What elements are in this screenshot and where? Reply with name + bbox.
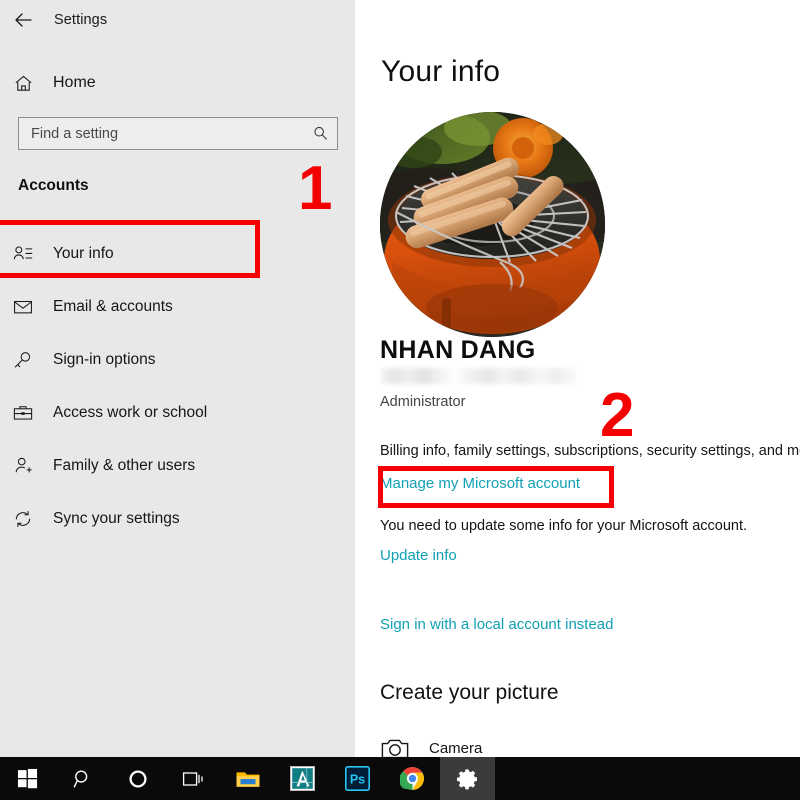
account-name: NHAN DANG <box>380 336 535 365</box>
manage-microsoft-account-link[interactable]: Manage my Microsoft account <box>380 475 580 492</box>
sidebar-item-your-info-label: Your info <box>53 245 114 263</box>
account-role: Administrator <box>380 394 465 410</box>
task-view-button[interactable] <box>165 757 220 800</box>
home-icon <box>0 73 46 94</box>
sign-in-local-account-link[interactable]: Sign in with a local account instead <box>380 616 613 633</box>
autocad-button[interactable] <box>275 757 330 800</box>
sidebar-section-heading: Accounts <box>18 177 89 195</box>
key-icon <box>0 349 46 371</box>
search-box[interactable] <box>18 117 338 150</box>
user-info-icon <box>0 243 46 265</box>
sidebar-item-email-accounts-label: Email & accounts <box>53 298 173 316</box>
update-info-note: You need to update some info for your Mi… <box>380 518 747 534</box>
window-titlebar: Settings <box>0 0 355 40</box>
search-button[interactable] <box>55 757 110 800</box>
sidebar-item-home-label: Home <box>53 74 96 92</box>
settings-window: Settings Home Accounts <box>0 0 800 800</box>
camera-option-row[interactable]: Camera <box>380 735 482 757</box>
settings-button[interactable] <box>440 757 495 800</box>
sidebar-item-signin-options-label: Sign-in options <box>53 351 156 369</box>
sync-icon <box>0 508 46 530</box>
search-icon[interactable] <box>303 118 337 149</box>
sidebar-item-access-work-school[interactable]: Access work or school <box>0 386 355 439</box>
sidebar-item-home[interactable]: Home <box>0 62 355 104</box>
sidebar-item-family-other-users-label: Family & other users <box>53 457 195 475</box>
sidebar-item-access-work-school-label: Access work or school <box>53 404 207 422</box>
user-add-icon <box>0 455 46 477</box>
update-info-link[interactable]: Update info <box>380 547 457 564</box>
chrome-button[interactable] <box>385 757 440 800</box>
settings-sidebar: Settings Home Accounts <box>0 0 355 757</box>
account-email-redacted <box>381 368 576 384</box>
sidebar-item-your-info[interactable]: Your info <box>0 227 355 280</box>
sidebar-item-sync-your-settings-label: Sync your settings <box>53 510 180 528</box>
camera-icon <box>380 735 410 757</box>
page-title: Your info <box>381 55 500 89</box>
avatar[interactable] <box>380 112 605 337</box>
back-arrow-icon[interactable] <box>0 0 46 40</box>
file-explorer-button[interactable] <box>220 757 275 800</box>
photoshop-button[interactable]: Ps <box>330 757 385 800</box>
sidebar-item-family-other-users[interactable]: Family & other users <box>0 439 355 492</box>
svg-text:Ps: Ps <box>350 772 365 786</box>
settings-main-content: Your info <box>355 0 800 757</box>
sidebar-item-signin-options[interactable]: Sign-in options <box>0 333 355 386</box>
billing-info-text: Billing info, family settings, subscript… <box>380 443 800 459</box>
envelope-icon <box>0 296 46 318</box>
create-your-picture-heading: Create your picture <box>380 681 559 705</box>
camera-label: Camera <box>429 740 482 757</box>
sidebar-item-sync-your-settings[interactable]: Sync your settings <box>0 492 355 545</box>
search-input[interactable] <box>19 118 303 149</box>
sidebar-item-email-accounts[interactable]: Email & accounts <box>0 280 355 333</box>
cortana-button[interactable] <box>110 757 165 800</box>
window-title: Settings <box>54 12 107 28</box>
sidebar-nav-list: Your info Email & accounts <box>0 227 355 545</box>
windows-taskbar: Ps <box>0 757 800 800</box>
briefcase-icon <box>0 402 46 424</box>
start-button[interactable] <box>0 757 55 800</box>
